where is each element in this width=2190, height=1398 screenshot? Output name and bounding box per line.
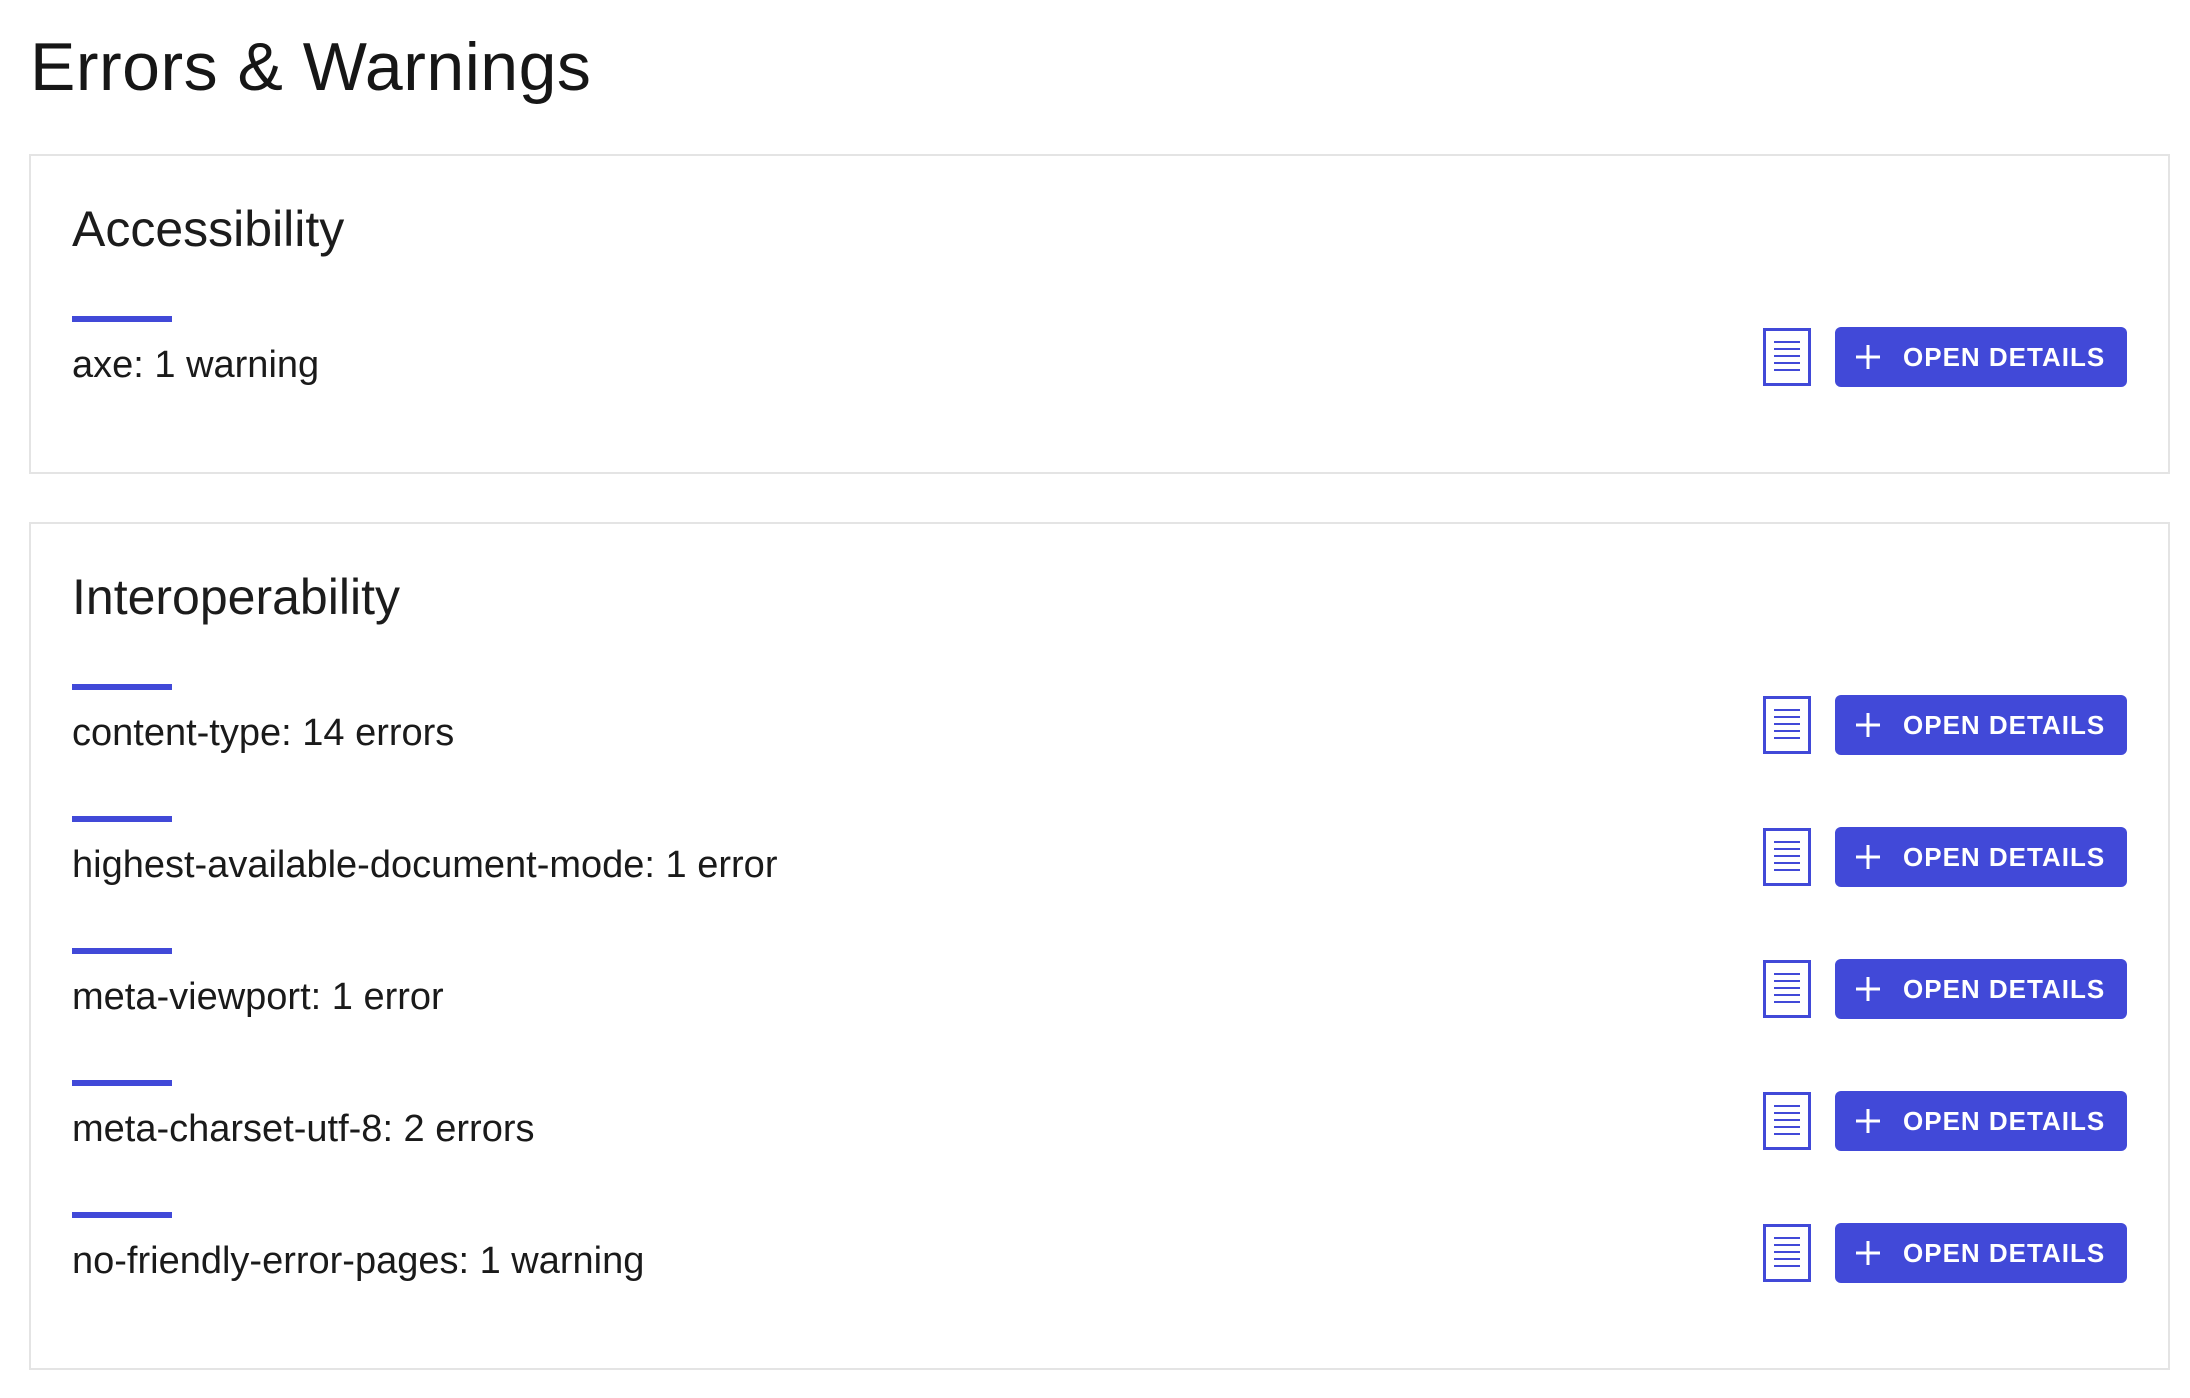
issue-row: no-friendly-error-pages: 1 warning OPEN … [72, 1212, 2127, 1302]
plus-icon [1856, 845, 1880, 869]
row-accent-bar [72, 816, 172, 822]
issue-label: content-type: 14 errors [72, 712, 455, 754]
open-details-button[interactable]: OPEN DETAILS [1835, 1091, 2127, 1151]
issue-row: content-type: 14 errors OPEN DETAILS [72, 684, 2127, 774]
issue-row: meta-viewport: 1 error OPEN DETAILS [72, 948, 2127, 1038]
document-icon[interactable] [1763, 1092, 1811, 1150]
document-icon[interactable] [1763, 960, 1811, 1018]
document-icon[interactable] [1763, 828, 1811, 886]
open-details-label: OPEN DETAILS [1903, 841, 2106, 872]
open-details-label: OPEN DETAILS [1903, 709, 2106, 740]
open-details-label: OPEN DETAILS [1903, 1105, 2106, 1136]
open-details-button[interactable]: OPEN DETAILS [1835, 327, 2127, 387]
section-interoperability: Interoperability content-type: 14 errors… [29, 522, 2170, 1370]
row-accent-bar [72, 684, 172, 690]
open-details-button[interactable]: OPEN DETAILS [1835, 827, 2127, 887]
section-accessibility: Accessibility axe: 1 warning OPEN DETAIL… [29, 154, 2170, 474]
row-actions: OPEN DETAILS [1763, 1088, 2127, 1154]
issue-label: highest-available-document-mode: 1 error [72, 844, 778, 886]
open-details-button[interactable]: OPEN DETAILS [1835, 1223, 2127, 1283]
plus-icon [1856, 977, 1880, 1001]
issue-label: no-friendly-error-pages: 1 warning [72, 1240, 645, 1282]
row-accent-bar [72, 1080, 172, 1086]
section-title: Interoperability [72, 569, 400, 625]
row-accent-bar [72, 316, 172, 322]
document-icon[interactable] [1763, 328, 1811, 386]
open-details-label: OPEN DETAILS [1903, 341, 2106, 372]
issue-row: meta-charset-utf-8: 2 errors OPEN DETAIL… [72, 1080, 2127, 1170]
row-actions: OPEN DETAILS [1763, 692, 2127, 758]
row-actions: OPEN DETAILS [1763, 324, 2127, 390]
plus-icon [1856, 1109, 1880, 1133]
row-actions: OPEN DETAILS [1763, 824, 2127, 890]
plus-icon [1856, 345, 1880, 369]
issue-label: axe: 1 warning [72, 344, 320, 386]
open-details-label: OPEN DETAILS [1903, 973, 2106, 1004]
page-title: Errors & Warnings [30, 29, 592, 105]
issue-label: meta-viewport: 1 error [72, 976, 444, 1018]
issue-row: highest-available-document-mode: 1 error… [72, 816, 2127, 906]
row-actions: OPEN DETAILS [1763, 1220, 2127, 1286]
document-icon[interactable] [1763, 1224, 1811, 1282]
row-accent-bar [72, 1212, 172, 1218]
issue-label: meta-charset-utf-8: 2 errors [72, 1108, 535, 1150]
plus-icon [1856, 1241, 1880, 1265]
row-accent-bar [72, 948, 172, 954]
open-details-label: OPEN DETAILS [1903, 1237, 2106, 1268]
plus-icon [1856, 713, 1880, 737]
section-title: Accessibility [72, 201, 345, 257]
open-details-button[interactable]: OPEN DETAILS [1835, 695, 2127, 755]
issue-row: axe: 1 warning OPEN DETAILS [72, 316, 2127, 406]
row-actions: OPEN DETAILS [1763, 956, 2127, 1022]
open-details-button[interactable]: OPEN DETAILS [1835, 959, 2127, 1019]
document-icon[interactable] [1763, 696, 1811, 754]
